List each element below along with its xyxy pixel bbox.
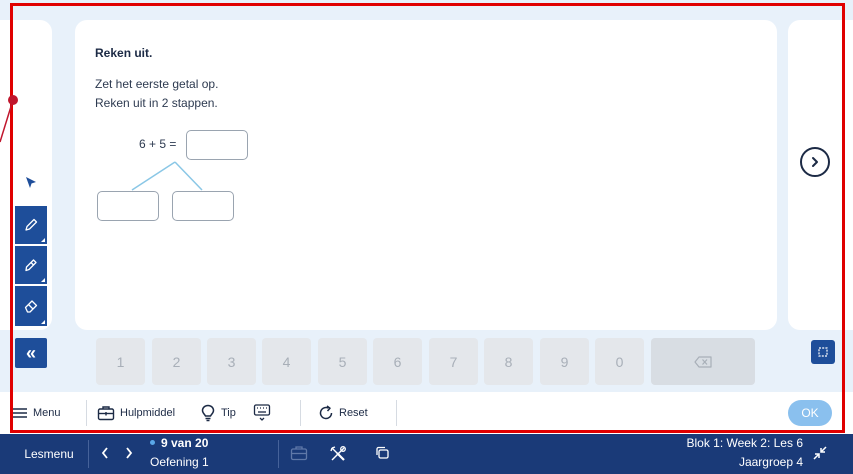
- split-step-2-input[interactable]: [172, 191, 234, 221]
- highlighter-icon: [25, 259, 37, 272]
- copy-button[interactable]: [374, 445, 390, 466]
- keyboard-icon: [253, 404, 271, 421]
- equation-text: 6 + 5 =: [139, 137, 177, 151]
- exercise-name: Oefening 1: [150, 455, 209, 469]
- previous-exercise-button[interactable]: [100, 446, 110, 463]
- reset-icon: [319, 405, 333, 420]
- drawing-tools: [15, 162, 47, 328]
- instruction-line-1: Zet het eerste getal op.: [95, 77, 219, 91]
- lesson-navigation-bar: Lesmenu 9 van 20 Oefening 1 Blok 1: Week…: [0, 434, 853, 474]
- toolbox-icon: [97, 406, 115, 421]
- key-7[interactable]: 7: [429, 338, 478, 385]
- collapse-tools-button[interactable]: «: [15, 338, 47, 368]
- lightbulb-icon: [201, 404, 215, 422]
- pencil-icon: [25, 218, 38, 231]
- tip-label: Tip: [221, 407, 236, 419]
- navbar-divider: [88, 440, 89, 468]
- progress-indicator-dot: [150, 440, 155, 445]
- lesmenu-button[interactable]: Lesmenu: [10, 434, 88, 474]
- key-8[interactable]: 8: [484, 338, 533, 385]
- hulpmiddel-label: Hulpmiddel: [120, 407, 176, 419]
- ok-button[interactable]: OK: [788, 400, 832, 426]
- next-exercise-button[interactable]: [800, 147, 830, 177]
- lesson-location: Blok 1: Week 2: Les 6: [686, 436, 803, 450]
- annotation-dot: [8, 95, 18, 105]
- tool-options-indicator: [41, 238, 45, 242]
- keyboard-button[interactable]: [253, 402, 271, 424]
- exercise-title: Reken uit.: [95, 46, 153, 60]
- reset-label: Reset: [339, 407, 368, 419]
- toolbar-divider: [396, 400, 397, 426]
- tip-button[interactable]: Tip: [200, 402, 236, 424]
- answer-input[interactable]: [186, 130, 248, 160]
- fullscreen-toggle-button[interactable]: [811, 340, 835, 364]
- key-9[interactable]: 9: [540, 338, 589, 385]
- key-5[interactable]: 5: [318, 338, 367, 385]
- exercise-area: Reken uit. Zet het eerste getal op. Reke…: [0, 0, 853, 434]
- pencil-tool[interactable]: [15, 206, 47, 244]
- chevron-left-icon: [101, 447, 108, 459]
- exercise-toolbar: Menu Hulpmiddel Tip Reset: [0, 392, 853, 434]
- tools-icon: [330, 446, 346, 461]
- key-6[interactable]: 6: [373, 338, 422, 385]
- copy-icon: [376, 446, 389, 459]
- toolbar-divider: [300, 400, 301, 426]
- annotation-pointer-line: [0, 100, 14, 143]
- exit-fullscreen-button[interactable]: [813, 446, 827, 465]
- eraser-tool[interactable]: [15, 286, 47, 326]
- toolbar-divider: [86, 400, 87, 426]
- key-1[interactable]: 1: [96, 338, 145, 385]
- key-3[interactable]: 3: [207, 338, 256, 385]
- hamburger-menu-icon: [13, 408, 27, 418]
- menu-label: Menu: [33, 407, 61, 419]
- backspace-key[interactable]: [651, 338, 755, 385]
- key-4[interactable]: 4: [262, 338, 311, 385]
- shrink-arrows-icon: [813, 446, 827, 460]
- navbar-divider: [278, 440, 279, 468]
- backspace-icon: [694, 355, 712, 368]
- chevron-right-icon: [812, 157, 818, 167]
- hulpmiddel-button[interactable]: Hulpmiddel: [97, 402, 175, 424]
- year-group: Jaargroep 4: [738, 455, 803, 469]
- instruction-line-2: Reken uit in 2 stappen.: [95, 96, 218, 110]
- briefcase-button[interactable]: [290, 445, 308, 466]
- reset-button[interactable]: Reset: [318, 402, 368, 424]
- cursor-arrow-icon: [26, 177, 36, 188]
- marker-tool[interactable]: [15, 246, 47, 284]
- exercise-progress: 9 van 20: [161, 436, 209, 450]
- tool-options-indicator: [41, 278, 45, 282]
- selection-frame-icon: [818, 347, 828, 357]
- next-exercise-nav-button[interactable]: [124, 446, 134, 463]
- double-chevron-left-icon: «: [25, 342, 36, 363]
- split-diagram-lines: [131, 161, 203, 191]
- key-2[interactable]: 2: [152, 338, 201, 385]
- tools-button[interactable]: [329, 445, 347, 468]
- briefcase-icon: [290, 446, 308, 461]
- app-window: Reken uit. Zet het eerste getal op. Reke…: [0, 0, 853, 474]
- menu-button[interactable]: Menu: [12, 402, 61, 424]
- eraser-icon: [24, 300, 38, 313]
- tool-options-indicator: [41, 320, 45, 324]
- chevron-right-icon: [126, 447, 133, 459]
- pointer-tool[interactable]: [15, 162, 47, 204]
- key-0[interactable]: 0: [595, 338, 644, 385]
- exercise-card: Reken uit. Zet het eerste getal op. Reke…: [75, 20, 777, 330]
- split-step-1-input[interactable]: [97, 191, 159, 221]
